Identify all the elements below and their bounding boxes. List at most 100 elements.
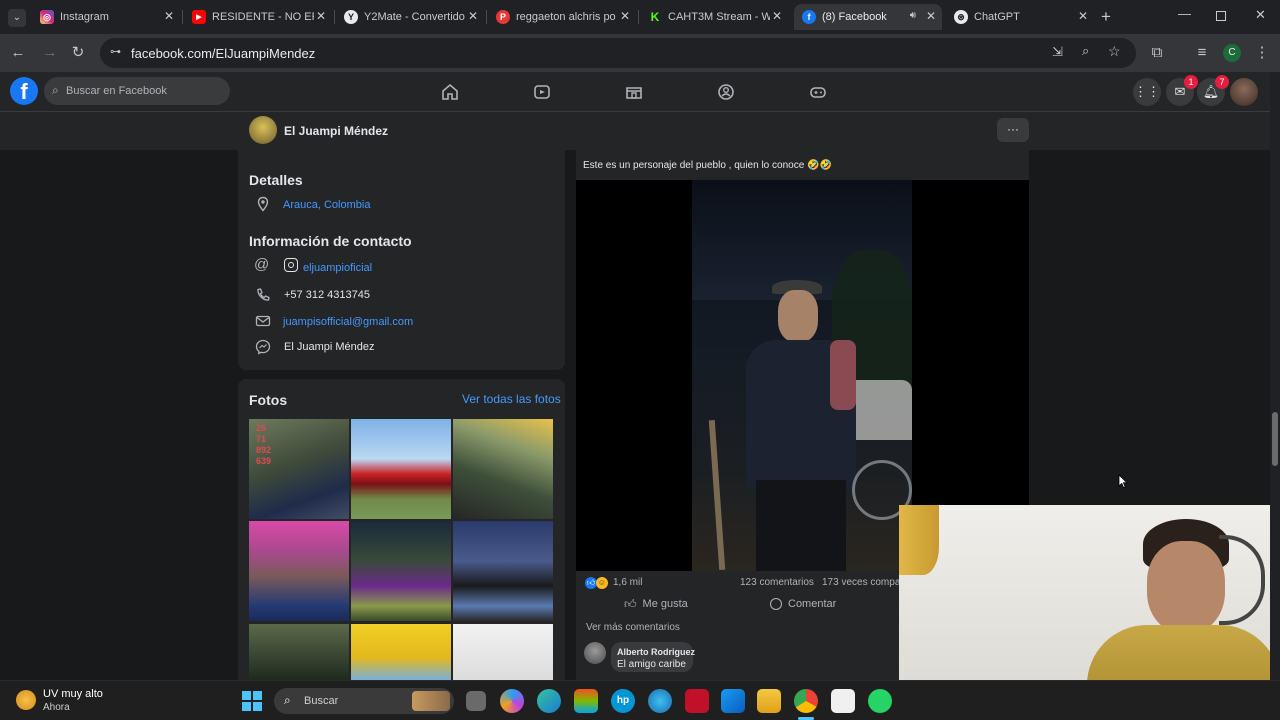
scrollbar-thumb[interactable]: [1272, 412, 1278, 466]
file-explorer-icon[interactable]: [757, 689, 781, 713]
photo-thumbnail[interactable]: [249, 624, 349, 680]
walking-stick: [708, 419, 726, 571]
restore-icon[interactable]: [1216, 11, 1226, 21]
email-link[interactable]: juampisofficial@gmail.com: [283, 316, 413, 328]
commenter-name[interactable]: Alberto Rodriguez: [617, 647, 695, 657]
forward-icon[interactable]: →: [40, 43, 60, 63]
reload-icon[interactable]: ↻: [68, 43, 88, 63]
tab-separator: [486, 10, 487, 24]
reaction-icons[interactable]: 👍︎ ☺: [585, 577, 611, 589]
comment-button[interactable]: Comentar: [770, 595, 836, 613]
weather-title[interactable]: UV muy alto: [43, 688, 103, 700]
photo-thumbnail[interactable]: [453, 521, 553, 621]
tab-search-dropdown-icon[interactable]: ⌄: [8, 9, 26, 27]
minimize-icon[interactable]: —: [1178, 6, 1191, 21]
messenger-name[interactable]: El Juampi Méndez: [284, 341, 375, 353]
tab-facebook[interactable]: f (8) Facebook 🔊︎ ✕: [794, 4, 942, 30]
hp-icon[interactable]: hp: [611, 689, 635, 713]
groups-icon[interactable]: [716, 82, 736, 102]
store-icon[interactable]: [574, 689, 598, 713]
video-icon[interactable]: [532, 82, 552, 102]
home-icon[interactable]: [440, 82, 460, 102]
close-tab-icon[interactable]: ✕: [926, 9, 936, 23]
marketplace-icon[interactable]: [624, 82, 644, 102]
new-tab-plus-icon[interactable]: +: [1101, 7, 1111, 27]
account-avatar[interactable]: [1230, 78, 1258, 106]
photo-thumbnail[interactable]: [249, 521, 349, 621]
more-options-button[interactable]: ···: [997, 118, 1029, 142]
see-more-comments-link[interactable]: Ver más comentarios: [586, 622, 680, 633]
location-pin-icon: [257, 196, 269, 212]
like-button[interactable]: 👍︎ Me gusta: [624, 595, 688, 613]
chrome-icon[interactable]: [794, 689, 818, 713]
profile-name[interactable]: El Juampi Méndez: [284, 124, 388, 138]
tab-instagram[interactable]: ◎ Instagram ✕: [32, 4, 180, 30]
windows-start-icon[interactable]: [242, 691, 262, 711]
profile-avatar[interactable]: [249, 116, 277, 144]
close-tab-icon[interactable]: ✕: [164, 9, 174, 23]
comments-count[interactable]: 123 comentarios: [740, 577, 814, 588]
whatsapp-icon[interactable]: [868, 689, 892, 713]
tab-y2mate[interactable]: Y Y2Mate - Convertido ✕: [336, 4, 484, 30]
bookmark-star-icon[interactable]: ☆: [1108, 43, 1121, 60]
profile-avatar[interactable]: C: [1223, 44, 1241, 62]
install-app-icon[interactable]: ⇲: [1052, 44, 1063, 60]
thumbs-up-icon: 👍︎: [624, 596, 637, 611]
location-link[interactable]: Arauca, Colombia: [283, 199, 370, 211]
site-info-icon[interactable]: ⊶: [110, 45, 121, 58]
close-tab-icon[interactable]: ✕: [316, 9, 326, 23]
windows-taskbar: UV muy alto Ahora ⌕ Buscar hp: [0, 680, 1280, 720]
close-tab-icon[interactable]: ✕: [1078, 9, 1088, 23]
notifications-bell-icon[interactable]: 🔔︎ 7: [1197, 75, 1229, 106]
comment-bubble-icon: [770, 598, 782, 610]
photo-thumbnail[interactable]: [453, 624, 553, 680]
speaker-icon[interactable]: 🔊︎: [910, 10, 916, 21]
messenger-icon[interactable]: ✉ 1: [1166, 75, 1198, 106]
mail-icon[interactable]: [721, 689, 745, 713]
menu-kebab-icon[interactable]: ⋮: [1252, 43, 1272, 63]
tab-chatgpt[interactable]: ⊛ ChatGPT ✕: [946, 4, 1094, 30]
task-view-icon[interactable]: [466, 691, 486, 711]
page-scrollbar[interactable]: [1270, 72, 1280, 680]
zoom-icon[interactable]: ⌕: [1082, 43, 1089, 59]
facebook-logo-icon[interactable]: f: [10, 77, 38, 105]
close-tab-icon[interactable]: ✕: [620, 9, 630, 23]
edge-icon[interactable]: [537, 689, 561, 713]
shares-count[interactable]: 173 veces compar: [822, 577, 904, 588]
photos-title: Fotos: [249, 392, 288, 408]
photo-thumbnail[interactable]: 26 71 892 639: [249, 419, 349, 519]
webcam-person-face: [1147, 541, 1225, 633]
reactions-count[interactable]: 1,6 mil: [613, 577, 642, 588]
tab-pinterest[interactable]: P reggaeton alchris po ✕: [488, 4, 636, 30]
back-icon[interactable]: ←: [8, 43, 28, 63]
photo-thumbnail[interactable]: [351, 419, 451, 519]
address-bar[interactable]: ⊶ facebook.com/ElJuampiMendez ⇲ ⌕ ☆: [100, 38, 1136, 68]
person-face: [778, 290, 818, 342]
weather-icon[interactable]: [16, 690, 36, 710]
facebook-search-input[interactable]: ⌕ Buscar en Facebook: [44, 77, 230, 105]
taskbar-search-input[interactable]: ⌕ Buscar: [274, 688, 454, 714]
close-window-icon[interactable]: ✕: [1255, 7, 1266, 23]
headset: [1219, 535, 1265, 625]
tab-kick[interactable]: K CAHT3M Stream - W ✕: [640, 4, 788, 30]
person-shorts: [756, 480, 846, 571]
photo-thumbnail[interactable]: [453, 419, 553, 519]
browser-tab-strip: ⌄ ◎ Instagram ✕ ▶ RESIDENTE - NO ERES ✕ …: [0, 0, 1280, 34]
instagram-link[interactable]: eljuampioficial: [303, 262, 372, 274]
see-all-photos-link[interactable]: Ver todas las fotos: [462, 392, 561, 406]
photo-thumbnail[interactable]: [351, 624, 451, 680]
photo-thumbnail[interactable]: [351, 521, 451, 621]
close-tab-icon[interactable]: ✕: [468, 9, 478, 23]
tab-youtube[interactable]: ▶ RESIDENTE - NO ERES ✕: [184, 4, 332, 30]
phone-icon: [257, 288, 270, 301]
mcafee-icon[interactable]: [685, 689, 709, 713]
capcut-icon[interactable]: [831, 689, 855, 713]
commenter-avatar[interactable]: [584, 642, 606, 664]
gaming-icon[interactable]: [808, 82, 828, 102]
copilot-icon[interactable]: [500, 689, 524, 713]
extensions-icon[interactable]: ⧉: [1147, 43, 1167, 63]
globe-app-icon[interactable]: [648, 689, 672, 713]
close-tab-icon[interactable]: ✕: [772, 9, 782, 23]
media-control-icon[interactable]: ≡: [1192, 43, 1212, 63]
menu-grid-icon[interactable]: ⋮⋮: [1133, 78, 1161, 106]
